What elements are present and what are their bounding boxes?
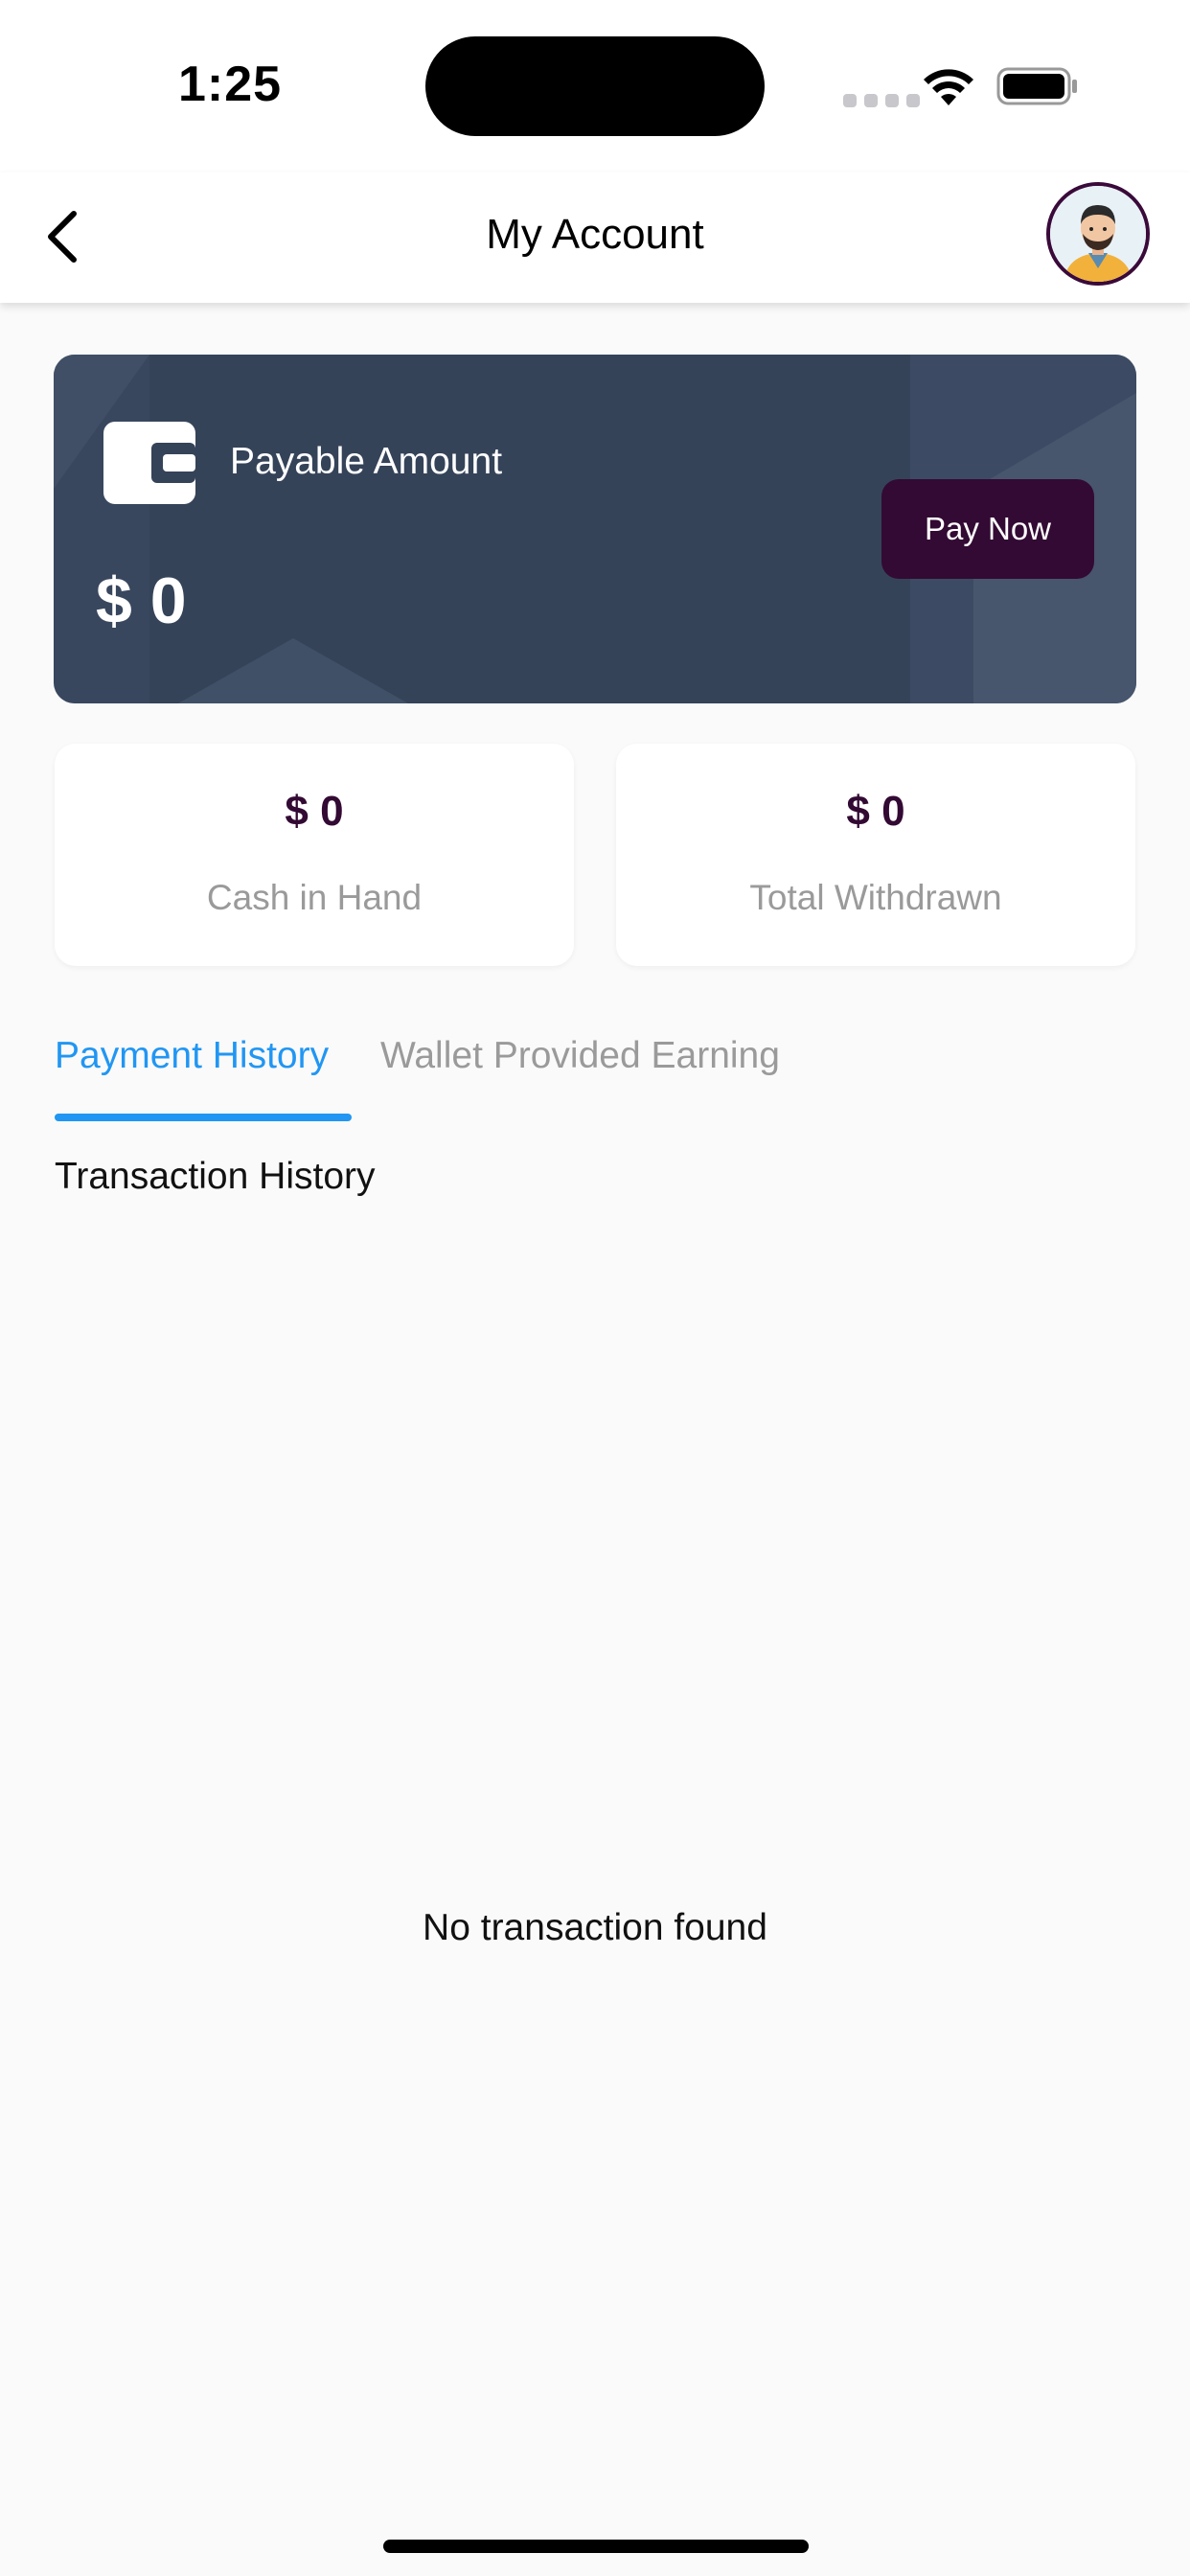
- tab-payment-history[interactable]: Payment History: [55, 1035, 329, 1077]
- active-tab-indicator: [55, 1114, 352, 1121]
- cellular-signal-icon: [843, 94, 920, 107]
- dynamic-island: [425, 36, 765, 136]
- transaction-history-title: Transaction History: [55, 1156, 376, 1197]
- status-bar: 1:25: [0, 0, 1190, 172]
- history-tabs: Payment History Wallet Provided Earning: [55, 1035, 1137, 1127]
- wallet-icon: [103, 422, 195, 504]
- avatar[interactable]: [1046, 182, 1150, 286]
- screen: 1:25 My Account Payable Amount $ 0 Pay N…: [0, 0, 1190, 2576]
- total-withdrawn-label: Total Withdrawn: [749, 878, 1002, 917]
- battery-icon: [996, 67, 1077, 105]
- user-avatar: [1050, 186, 1146, 282]
- cash-in-hand-value: $ 0: [285, 788, 344, 835]
- status-time: 1:25: [178, 57, 283, 112]
- payable-card: Payable Amount $ 0 Pay Now: [54, 355, 1136, 703]
- payable-amount-value: $ 0: [96, 564, 187, 637]
- total-withdrawn-card: $ 0 Total Withdrawn: [616, 744, 1135, 966]
- payable-amount-label: Payable Amount: [230, 441, 503, 482]
- tab-wallet-provided-earning[interactable]: Wallet Provided Earning: [380, 1035, 780, 1077]
- pay-now-button[interactable]: Pay Now: [881, 479, 1094, 579]
- page-title: My Account: [486, 211, 704, 258]
- cash-in-hand-label: Cash in Hand: [206, 878, 423, 917]
- wifi-icon: [924, 69, 973, 105]
- cash-in-hand-card: $ 0 Cash in Hand: [55, 744, 574, 966]
- empty-state-message: No transaction found: [423, 1907, 767, 1948]
- total-withdrawn-value: $ 0: [846, 788, 905, 835]
- home-indicator[interactable]: [383, 2540, 809, 2553]
- app-bar: My Account: [0, 172, 1190, 303]
